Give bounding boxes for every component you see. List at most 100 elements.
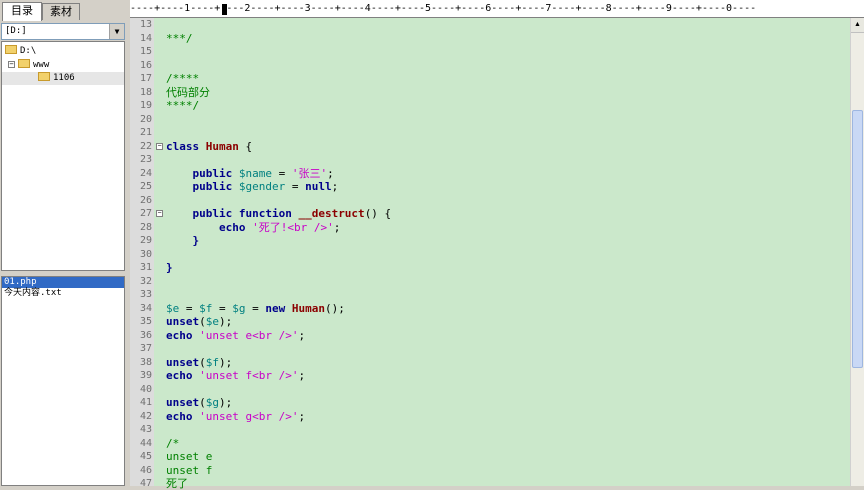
- panel-tabs: 目录 素材: [0, 2, 128, 21]
- vertical-scrollbar[interactable]: ▲: [850, 18, 864, 486]
- code-token: );: [219, 356, 233, 369]
- line-number: 38: [139, 357, 152, 368]
- collapse-icon[interactable]: −: [8, 61, 15, 68]
- code-token: __destruct: [298, 207, 365, 220]
- line-number: 16: [139, 60, 152, 71]
- scrollbar-thumb[interactable]: [852, 110, 863, 368]
- code-editor[interactable]: ----+----1----+----2----+----3----+----4…: [130, 0, 864, 490]
- code-token: null: [305, 180, 332, 193]
- tree-item-label: www: [33, 60, 50, 70]
- line-number: 21: [139, 127, 152, 138]
- file-item[interactable]: 01.php: [2, 277, 124, 288]
- code-token: (: [199, 356, 206, 369]
- fold-toggle-icon[interactable]: −: [156, 210, 163, 217]
- code-line[interactable]: echo 'unset g<br />';: [166, 410, 305, 423]
- code-token: $f: [199, 302, 213, 315]
- tree-item-label: D:\: [20, 46, 37, 56]
- code-line[interactable]: class Human {: [166, 140, 252, 153]
- line-number: 17: [139, 73, 152, 84]
- line-number: 35: [139, 316, 152, 327]
- line-number: 22: [139, 141, 152, 152]
- line-number: 15: [139, 46, 152, 57]
- code-line[interactable]: /*: [166, 437, 179, 450]
- fold-toggle-icon[interactable]: −: [156, 143, 163, 150]
- tree-item-drive[interactable]: D:\: [5, 45, 36, 58]
- code-line[interactable]: unset($e);: [166, 315, 232, 328]
- code-line[interactable]: /****: [166, 72, 199, 85]
- file-list[interactable]: 01.php 今天内容.txt: [1, 276, 125, 486]
- line-number: 45: [139, 451, 152, 462]
- code-token: );: [219, 396, 233, 409]
- code-line[interactable]: }: [166, 261, 173, 274]
- ruler-cursor-marker: [222, 4, 227, 15]
- code-token: 'unset f<br />': [199, 369, 299, 382]
- line-number: 47: [139, 478, 152, 489]
- code-token: ;: [298, 410, 306, 423]
- code-token: {: [238, 140, 253, 153]
- line-number: 40: [139, 384, 152, 395]
- tree-item-1106[interactable]: 1106: [2, 72, 124, 85]
- code-line[interactable]: unset e: [166, 450, 212, 463]
- line-number: 20: [139, 114, 152, 125]
- code-token: =: [285, 180, 306, 193]
- column-ruler: ----+----1----+----2----+----3----+----4…: [130, 0, 864, 18]
- code-token: ;: [298, 329, 306, 342]
- code-token: () {: [364, 207, 392, 220]
- code-token: 'unset e<br />': [199, 329, 299, 342]
- line-number: 42: [139, 411, 152, 422]
- code-token: ();: [325, 302, 345, 315]
- code-token: (: [199, 396, 206, 409]
- scroll-up-icon[interactable]: ▲: [851, 18, 864, 33]
- line-number: 30: [139, 249, 152, 260]
- code-line[interactable]: unset($g);: [166, 396, 232, 409]
- fold-column: [154, 18, 166, 486]
- code-token: $g: [232, 302, 246, 315]
- line-number: 32: [139, 276, 152, 287]
- code-token: unset: [166, 396, 200, 409]
- code-token: }: [166, 261, 173, 274]
- code-line[interactable]: 代码部分: [166, 86, 210, 99]
- code-token: ;: [327, 167, 334, 180]
- code-line[interactable]: public $gender = null;: [166, 180, 338, 193]
- code-token: $gender: [238, 180, 286, 193]
- code-token: =: [245, 302, 266, 315]
- tab-materials[interactable]: 素材: [42, 3, 80, 20]
- code-token: =: [271, 167, 292, 180]
- folder-tree[interactable]: D:\ − www 1106: [1, 41, 125, 271]
- code-token: /****: [166, 72, 200, 85]
- code-line[interactable]: echo 'unset f<br />';: [166, 369, 305, 382]
- line-number: 27: [139, 208, 152, 219]
- code-line[interactable]: }: [166, 234, 199, 247]
- code-line[interactable]: $e = $f = $g = new Human();: [166, 302, 345, 315]
- code-token: Human: [291, 302, 325, 315]
- code-token: ;: [331, 180, 339, 193]
- tree-item-www[interactable]: − www: [8, 59, 49, 72]
- drive-select[interactable]: [D:] ▼: [1, 23, 125, 40]
- code-token: $name: [238, 167, 272, 180]
- file-item[interactable]: 今天内容.txt: [2, 288, 124, 299]
- code-line[interactable]: unset f: [166, 464, 212, 477]
- line-number: 41: [139, 397, 152, 408]
- line-number: 33: [139, 289, 152, 300]
- code-token: ;: [298, 369, 306, 382]
- line-number: 34: [139, 303, 152, 314]
- code-line[interactable]: ****/: [166, 99, 199, 112]
- line-number: 25: [139, 181, 152, 192]
- code-line[interactable]: public function __destruct() {: [166, 207, 391, 220]
- file-browser-panel: 目录 素材 [D:] ▼ D:\ − www 1106 01.php 今天内容.t…: [0, 0, 128, 486]
- line-number: 14: [139, 33, 152, 44]
- line-number: 19: [139, 100, 152, 111]
- code-line[interactable]: public $name = '张三';: [166, 167, 334, 180]
- code-line[interactable]: ***/: [166, 32, 193, 45]
- chevron-down-icon[interactable]: ▼: [109, 24, 124, 39]
- code-token: unset e: [166, 450, 213, 463]
- tab-directory[interactable]: 目录: [2, 2, 42, 21]
- code-line[interactable]: unset($f);: [166, 356, 232, 369]
- code-line[interactable]: 死了: [166, 477, 188, 490]
- code-token: 'unset g<br />': [199, 410, 299, 423]
- code-line[interactable]: echo '死了!<br />';: [166, 221, 340, 234]
- code-line[interactable]: echo 'unset e<br />';: [166, 329, 305, 342]
- line-number: 29: [139, 235, 152, 246]
- code-token: /*: [166, 437, 180, 450]
- code-token: public function: [166, 207, 299, 220]
